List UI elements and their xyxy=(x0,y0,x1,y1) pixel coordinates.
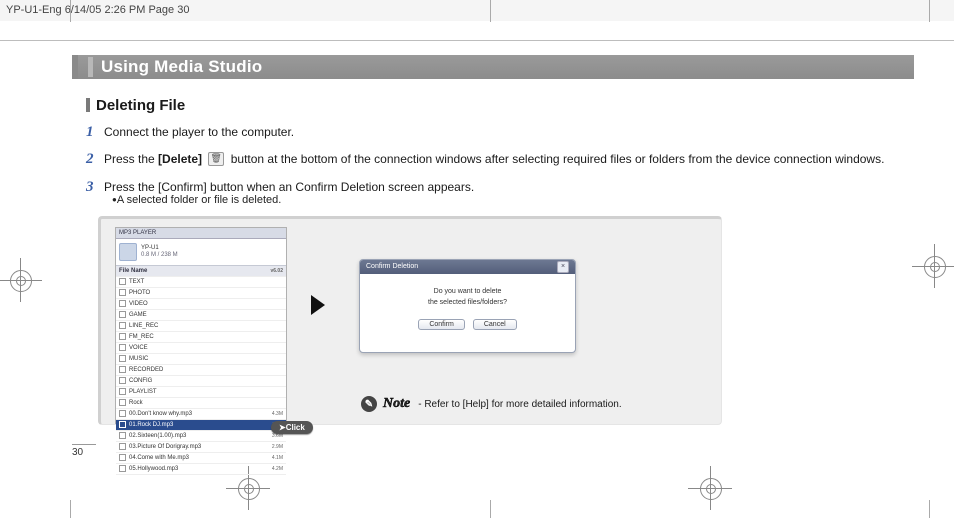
note: ✎ Note - Refer to [Help] for more detail… xyxy=(361,396,622,412)
note-icon: ✎ xyxy=(361,396,377,412)
list-item: 04.Come with Me.mp34.1M xyxy=(116,453,286,464)
click-badge: Click xyxy=(271,421,313,434)
list-item: GAME xyxy=(116,310,286,321)
list-item: PLAYLIST xyxy=(116,387,286,398)
dialog-title: Confirm Deletion xyxy=(366,260,418,274)
list-item: PHOTO xyxy=(116,288,286,299)
page-title-bar: Using Media Studio xyxy=(72,55,914,79)
list-item: 00.Don't know why.mp34.3M xyxy=(116,409,286,420)
list-item: TEXT xyxy=(116,277,286,288)
step-3: 3 Press the [Confirm] button when an Con… xyxy=(86,179,902,196)
list-item: RECORDED xyxy=(116,365,286,376)
list-item: VOICE xyxy=(116,343,286,354)
list-item: VIDEO xyxy=(116,299,286,310)
page-title: Using Media Studio xyxy=(101,57,262,77)
device-panel: MP3 PLAYER YP-U1 0.8 M / 238 M File Name… xyxy=(115,227,287,424)
arrow-icon xyxy=(311,295,325,315)
device-capacity: 0.8 M / 238 M xyxy=(141,252,178,259)
list-item: 02.Sixteen(1.00).mp33.6M xyxy=(116,431,286,442)
page-number: 30 xyxy=(72,444,96,458)
close-icon[interactable]: × xyxy=(557,261,569,273)
device-name: YP-U1 xyxy=(141,245,178,252)
print-header: YP-U1-Eng 6/14/05 2:26 PM Page 30 xyxy=(0,0,954,21)
list-item: CONFIG xyxy=(116,376,286,387)
list-item: 03.Picture Of Dorigray.mp32.9M xyxy=(116,442,286,453)
list-item: LINE_REC xyxy=(116,321,286,332)
confirm-dialog: Confirm Deletion × Do you want to delete… xyxy=(359,259,576,353)
panel-header: MP3 PLAYER xyxy=(116,228,286,239)
figure: MP3 PLAYER YP-U1 0.8 M / 238 M File Name… xyxy=(98,216,722,425)
cancel-button[interactable]: Cancel xyxy=(473,319,517,330)
list-item: Rock xyxy=(116,398,286,409)
step-1: 1 Connect the player to the computer. xyxy=(86,124,902,141)
step-2: 2 Press the [Delete] button at the botto… xyxy=(86,151,902,168)
note-text: - Refer to [Help] for more detailed info… xyxy=(418,399,621,410)
list-item: 05.Hollywood.mp34.2M xyxy=(116,464,286,475)
section-title: Deleting File xyxy=(86,97,902,114)
device-icon xyxy=(119,243,137,261)
list-item-selected: 01.Rock DJ.mp33.4M xyxy=(116,420,286,431)
list-item: MUSIC xyxy=(116,354,286,365)
confirm-button[interactable]: Confirm xyxy=(418,319,465,330)
delete-icon xyxy=(208,152,224,166)
list-item: FM_REC xyxy=(116,332,286,343)
